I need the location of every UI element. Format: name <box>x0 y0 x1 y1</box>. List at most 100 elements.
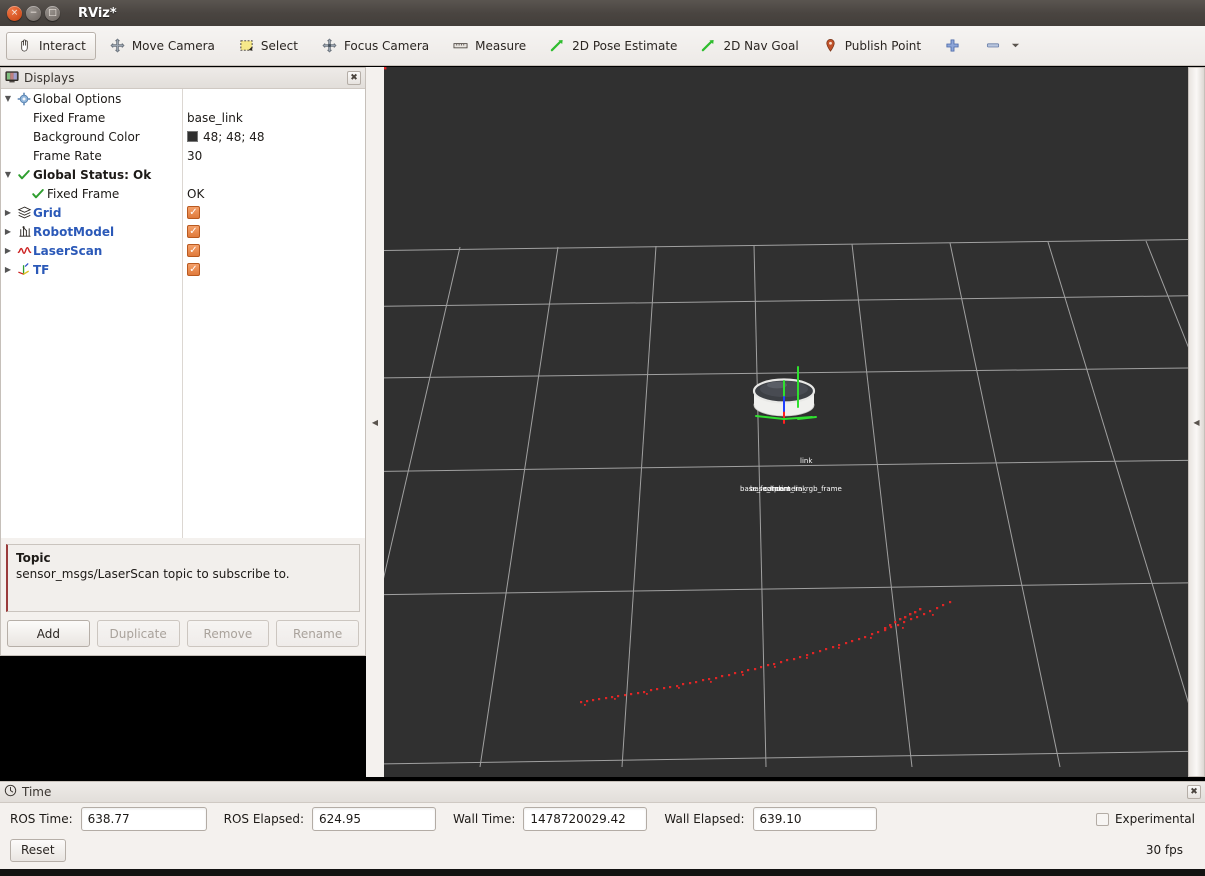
expander-icon[interactable]: ▶ <box>1 246 15 255</box>
left-splitter-handle[interactable]: ◀ <box>366 67 384 777</box>
tree-row-fixed-frame[interactable]: Fixed Frame base_link <box>1 108 365 127</box>
checkbox-checked-icon: ✓ <box>187 206 200 219</box>
expander-icon[interactable]: ▼ <box>1 170 15 179</box>
nav-goal-arrow-icon <box>700 37 717 54</box>
experimental-checkbox-row[interactable]: Experimental <box>1095 812 1195 826</box>
time-panel-title: Time <box>22 785 52 799</box>
tree-row-global-status[interactable]: ▼ Global Status: Ok <box>1 165 365 184</box>
color-swatch <box>187 131 198 142</box>
tree-label: Fixed Frame <box>33 110 106 125</box>
remove-button: Remove <box>186 620 270 647</box>
help-description: sensor_msgs/LaserScan topic to subscribe… <box>16 567 290 581</box>
frame-label-camera-rgb-frame: camera_rgb_frame <box>776 485 842 493</box>
tree-row-background-color[interactable]: Background Color 48; 48; 48 <box>1 127 365 146</box>
displays-panel-header: Displays ✖ <box>1 68 365 89</box>
monitor-icon <box>5 70 19 87</box>
tree-row-global-options[interactable]: ▼ Global Options <box>1 89 365 108</box>
wall-elapsed-input[interactable]: 639.10 <box>752 807 877 831</box>
chevron-down-icon[interactable] <box>1007 37 1024 54</box>
time-panel: Time ✖ ROS Time: 638.77 ROS Elapsed: 624… <box>0 781 1205 869</box>
fixed-frame-value[interactable]: base_link <box>187 111 243 125</box>
close-window-button[interactable]: × <box>7 5 22 21</box>
tool-publish-point[interactable]: Publish Point <box>812 32 931 60</box>
displays-panel-title: Displays <box>24 71 75 85</box>
tool-2d-pose-estimate[interactable]: 2D Pose Estimate <box>539 32 687 60</box>
tree-label: RobotModel <box>33 224 115 239</box>
titlebar: × − □ RViz* <box>0 0 1205 26</box>
wall-time-input[interactable]: 1478720029.42 <box>523 807 648 831</box>
right-splitter-handle[interactable]: ◀ <box>1188 67 1205 777</box>
robotmodel-enabled-checkbox[interactable]: ✓ <box>187 225 200 238</box>
plus-icon <box>944 37 961 54</box>
tree-row-tf[interactable]: ▶ TF ✓ <box>1 260 365 279</box>
collapse-left-icon[interactable]: ◀ <box>372 418 378 427</box>
tool-focus-camera-label: Focus Camera <box>343 38 430 53</box>
collapse-right-icon[interactable]: ◀ <box>1193 418 1199 427</box>
check-icon <box>15 167 33 183</box>
hand-cursor-icon <box>16 37 33 54</box>
reset-button[interactable]: Reset <box>10 838 66 862</box>
tree-label: Background Color <box>33 129 140 144</box>
tool-2d-pose-estimate-label: 2D Pose Estimate <box>572 38 678 53</box>
time-bottom-row: Reset 30 fps <box>0 835 1205 865</box>
toolbar: Interact Move Camera Select Focus Camera… <box>0 26 1205 66</box>
remove-tool-button[interactable] <box>974 32 1034 60</box>
gear-icon <box>15 91 33 107</box>
tool-2d-nav-goal[interactable]: 2D Nav Goal <box>690 32 808 60</box>
experimental-label: Experimental <box>1114 812 1195 826</box>
tree-label: Grid <box>33 205 62 220</box>
close-icon[interactable]: ✖ <box>1187 785 1201 799</box>
laserscan-enabled-checkbox[interactable]: ✓ <box>187 244 200 257</box>
tool-interact[interactable]: Interact <box>6 31 96 60</box>
tool-interact-label: Interact <box>39 38 86 53</box>
select-rect-icon <box>238 37 255 54</box>
tool-select[interactable]: Select <box>228 32 308 60</box>
laserscan-points <box>384 67 387 70</box>
desktop-taskbar <box>0 869 1205 876</box>
grid-icon <box>15 205 33 221</box>
window-controls: × − □ <box>7 5 60 21</box>
tree-row-frame-rate[interactable]: Frame Rate 30 <box>1 146 365 165</box>
add-button[interactable]: Add <box>7 620 90 647</box>
expander-icon[interactable]: ▶ <box>1 208 15 217</box>
pose-arrow-icon <box>549 37 566 54</box>
ros-elapsed-input[interactable]: 624.95 <box>312 807 437 831</box>
tool-move-camera[interactable]: Move Camera <box>99 32 225 60</box>
tree-label: Global Status: Ok <box>33 167 152 182</box>
tree-row-grid[interactable]: ▶ Grid ✓ <box>1 203 365 222</box>
map-pin-icon <box>822 37 839 54</box>
maximize-window-button[interactable]: □ <box>45 5 60 21</box>
color-text: 48; 48; 48 <box>203 129 265 144</box>
move-camera-icon <box>109 37 126 54</box>
window-title: RViz* <box>78 5 117 21</box>
tool-focus-camera[interactable]: Focus Camera <box>311 32 439 60</box>
tree-row-laserscan[interactable]: ▶ LaserScan ✓ <box>1 241 365 260</box>
tool-measure-label: Measure <box>475 38 527 53</box>
tf-enabled-checkbox[interactable]: ✓ <box>187 263 200 276</box>
wall-time-label: Wall Time: <box>453 812 516 826</box>
expander-icon[interactable]: ▼ <box>1 94 15 103</box>
expander-icon[interactable]: ▶ <box>1 227 15 236</box>
ros-time-input[interactable]: 638.77 <box>80 807 207 831</box>
grid-enabled-checkbox[interactable]: ✓ <box>187 206 200 219</box>
frame-rate-value[interactable]: 30 <box>187 149 202 163</box>
checkbox-unchecked-icon[interactable] <box>1095 812 1109 826</box>
rename-button: Rename <box>276 620 359 647</box>
render-canvas[interactable]: link base_footprint base_link camera_lin… <box>384 67 1188 777</box>
minimize-window-button[interactable]: − <box>26 5 41 21</box>
displays-tree[interactable]: ▼ Global Options Fixed Frame base_link B… <box>1 89 365 538</box>
3d-viewport[interactable]: link base_footprint base_link camera_lin… <box>384 67 1188 777</box>
tool-2d-nav-goal-label: 2D Nav Goal <box>723 38 799 53</box>
background-color-value[interactable]: 48; 48; 48 <box>187 130 265 144</box>
close-icon[interactable]: ✖ <box>347 71 361 85</box>
focus-camera-icon <box>321 37 338 54</box>
tf-axes-icon <box>15 262 33 278</box>
expander-icon[interactable]: ▶ <box>1 265 15 274</box>
checkbox-checked-icon: ✓ <box>187 225 200 238</box>
displays-panel: Displays ✖ ▼ Global Options Fixed Frame … <box>0 67 366 656</box>
tool-measure[interactable]: Measure <box>442 32 536 60</box>
tree-row-robotmodel[interactable]: ▶ RobotModel ✓ <box>1 222 365 241</box>
minus-icon <box>984 37 1001 54</box>
add-tool-button[interactable] <box>934 32 971 60</box>
tree-row-status-fixed-frame[interactable]: Fixed Frame OK <box>1 184 365 203</box>
